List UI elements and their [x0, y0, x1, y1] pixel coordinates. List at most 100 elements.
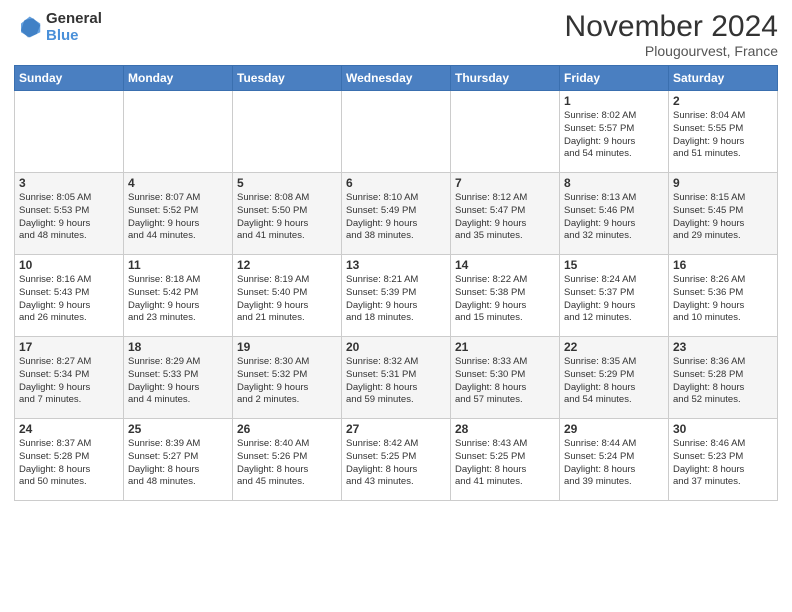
day-number: 16 [673, 258, 773, 272]
day-number: 18 [128, 340, 228, 354]
table-row: 9 Sunrise: 8:15 AM Sunset: 5:45 PM Daylig… [669, 173, 778, 255]
day-number: 8 [564, 176, 664, 190]
day-info: Sunrise: 8:42 AM Sunset: 5:25 PM Dayligh… [346, 438, 446, 489]
table-row: 28 Sunrise: 8:43 AM Sunset: 5:25 PM Dayli… [451, 419, 560, 501]
table-row: 22 Sunrise: 8:35 AM Sunset: 5:29 PM Dayli… [560, 337, 669, 419]
header-saturday: Saturday [669, 66, 778, 91]
day-info: Sunrise: 8:16 AM Sunset: 5:43 PM Dayligh… [19, 274, 119, 325]
day-number: 14 [455, 258, 555, 272]
day-number: 5 [237, 176, 337, 190]
table-row: 17 Sunrise: 8:27 AM Sunset: 5:34 PM Dayli… [15, 337, 124, 419]
day-info: Sunrise: 8:40 AM Sunset: 5:26 PM Dayligh… [237, 438, 337, 489]
location: Plougourvest, France [565, 43, 778, 59]
day-info: Sunrise: 8:43 AM Sunset: 5:25 PM Dayligh… [455, 438, 555, 489]
day-number: 25 [128, 422, 228, 436]
day-info: Sunrise: 8:19 AM Sunset: 5:40 PM Dayligh… [237, 274, 337, 325]
day-info: Sunrise: 8:39 AM Sunset: 5:27 PM Dayligh… [128, 438, 228, 489]
calendar-week-row: 1 Sunrise: 8:02 AM Sunset: 5:57 PM Daylig… [15, 91, 778, 173]
table-row: 1 Sunrise: 8:02 AM Sunset: 5:57 PM Daylig… [560, 91, 669, 173]
header-thursday: Thursday [451, 66, 560, 91]
table-row: 29Sunrise: 8:44 AM Sunset: 5:24 PM Dayli… [560, 419, 669, 501]
day-number: 10 [19, 258, 119, 272]
day-number: 19 [237, 340, 337, 354]
table-row: 6 Sunrise: 8:10 AM Sunset: 5:49 PM Daylig… [342, 173, 451, 255]
table-row: 15 Sunrise: 8:24 AM Sunset: 5:37 PM Dayli… [560, 255, 669, 337]
day-number: 6 [346, 176, 446, 190]
header-sunday: Sunday [15, 66, 124, 91]
day-info: Sunrise: 8:10 AM Sunset: 5:49 PM Dayligh… [346, 192, 446, 243]
table-row [124, 91, 233, 173]
day-number: 3 [19, 176, 119, 190]
logo-icon [14, 13, 42, 41]
table-row: 24 Sunrise: 8:37 AM Sunset: 5:28 PM Dayli… [15, 419, 124, 501]
day-number: 15 [564, 258, 664, 272]
calendar-week-row: 24 Sunrise: 8:37 AM Sunset: 5:28 PM Dayli… [15, 419, 778, 501]
day-info: Sunrise: 8:33 AM Sunset: 5:30 PM Dayligh… [455, 356, 555, 407]
day-info: Sunrise: 8:12 AM Sunset: 5:47 PM Dayligh… [455, 192, 555, 243]
header: General Blue November 2024 Plougourvest,… [14, 10, 778, 59]
day-number: 23 [673, 340, 773, 354]
table-row: 11Sunrise: 8:18 AM Sunset: 5:42 PM Dayli… [124, 255, 233, 337]
day-info: Sunrise: 8:22 AM Sunset: 5:38 PM Dayligh… [455, 274, 555, 325]
table-row: 30 Sunrise: 8:46 AM Sunset: 5:23 PM Dayli… [669, 419, 778, 501]
day-number: 1 [564, 94, 664, 108]
day-number: 12 [237, 258, 337, 272]
header-wednesday: Wednesday [342, 66, 451, 91]
day-info: Sunrise: 8:13 AM Sunset: 5:46 PM Dayligh… [564, 192, 664, 243]
day-number: 4 [128, 176, 228, 190]
day-number: 2 [673, 94, 773, 108]
table-row: 23 Sunrise: 8:36 AM Sunset: 5:28 PM Dayli… [669, 337, 778, 419]
day-number: 27 [346, 422, 446, 436]
table-row: 25 Sunrise: 8:39 AM Sunset: 5:27 PM Dayli… [124, 419, 233, 501]
table-row: 27 Sunrise: 8:42 AM Sunset: 5:25 PM Dayli… [342, 419, 451, 501]
calendar: Sunday Monday Tuesday Wednesday Thursday… [14, 65, 778, 501]
header-tuesday: Tuesday [233, 66, 342, 91]
table-row [233, 91, 342, 173]
page: General Blue November 2024 Plougourvest,… [0, 0, 792, 612]
title-block: November 2024 Plougourvest, France [565, 10, 778, 59]
table-row: 13Sunrise: 8:21 AM Sunset: 5:39 PM Dayli… [342, 255, 451, 337]
day-info: Sunrise: 8:36 AM Sunset: 5:28 PM Dayligh… [673, 356, 773, 407]
day-number: 30 [673, 422, 773, 436]
day-info: Sunrise: 8:32 AM Sunset: 5:31 PM Dayligh… [346, 356, 446, 407]
day-info: Sunrise: 8:15 AM Sunset: 5:45 PM Dayligh… [673, 192, 773, 243]
table-row [451, 91, 560, 173]
day-info: Sunrise: 8:26 AM Sunset: 5:36 PM Dayligh… [673, 274, 773, 325]
day-number: 24 [19, 422, 119, 436]
table-row [342, 91, 451, 173]
day-info: Sunrise: 8:24 AM Sunset: 5:37 PM Dayligh… [564, 274, 664, 325]
month-title: November 2024 [565, 10, 778, 43]
day-info: Sunrise: 8:35 AM Sunset: 5:29 PM Dayligh… [564, 356, 664, 407]
day-info: Sunrise: 8:02 AM Sunset: 5:57 PM Dayligh… [564, 110, 664, 161]
table-row [15, 91, 124, 173]
day-info: Sunrise: 8:46 AM Sunset: 5:23 PM Dayligh… [673, 438, 773, 489]
day-number: 22 [564, 340, 664, 354]
table-row: 20 Sunrise: 8:32 AM Sunset: 5:31 PM Dayli… [342, 337, 451, 419]
day-number: 26 [237, 422, 337, 436]
table-row: 4 Sunrise: 8:07 AM Sunset: 5:52 PM Daylig… [124, 173, 233, 255]
day-number: 21 [455, 340, 555, 354]
day-info: Sunrise: 8:27 AM Sunset: 5:34 PM Dayligh… [19, 356, 119, 407]
day-info: Sunrise: 8:44 AM Sunset: 5:24 PM Dayligh… [564, 438, 664, 489]
day-info: Sunrise: 8:04 AM Sunset: 5:55 PM Dayligh… [673, 110, 773, 161]
logo-text: General Blue [46, 10, 102, 45]
table-row: 14 Sunrise: 8:22 AM Sunset: 5:38 PM Dayli… [451, 255, 560, 337]
day-number: 28 [455, 422, 555, 436]
logo: General Blue [14, 10, 102, 45]
table-row: 12 Sunrise: 8:19 AM Sunset: 5:40 PM Dayli… [233, 255, 342, 337]
day-info: Sunrise: 8:29 AM Sunset: 5:33 PM Dayligh… [128, 356, 228, 407]
day-number: 13 [346, 258, 446, 272]
table-row: 2 Sunrise: 8:04 AM Sunset: 5:55 PM Daylig… [669, 91, 778, 173]
table-row: 18 Sunrise: 8:29 AM Sunset: 5:33 PM Dayli… [124, 337, 233, 419]
calendar-header-row: Sunday Monday Tuesday Wednesday Thursday… [15, 66, 778, 91]
table-row: 21 Sunrise: 8:33 AM Sunset: 5:30 PM Dayli… [451, 337, 560, 419]
calendar-week-row: 3Sunrise: 8:05 AM Sunset: 5:53 PM Daylig… [15, 173, 778, 255]
day-number: 17 [19, 340, 119, 354]
day-number: 20 [346, 340, 446, 354]
day-info: Sunrise: 8:18 AM Sunset: 5:42 PM Dayligh… [128, 274, 228, 325]
day-number: 9 [673, 176, 773, 190]
header-monday: Monday [124, 66, 233, 91]
day-info: Sunrise: 8:37 AM Sunset: 5:28 PM Dayligh… [19, 438, 119, 489]
table-row: 16 Sunrise: 8:26 AM Sunset: 5:36 PM Dayli… [669, 255, 778, 337]
day-info: Sunrise: 8:07 AM Sunset: 5:52 PM Dayligh… [128, 192, 228, 243]
